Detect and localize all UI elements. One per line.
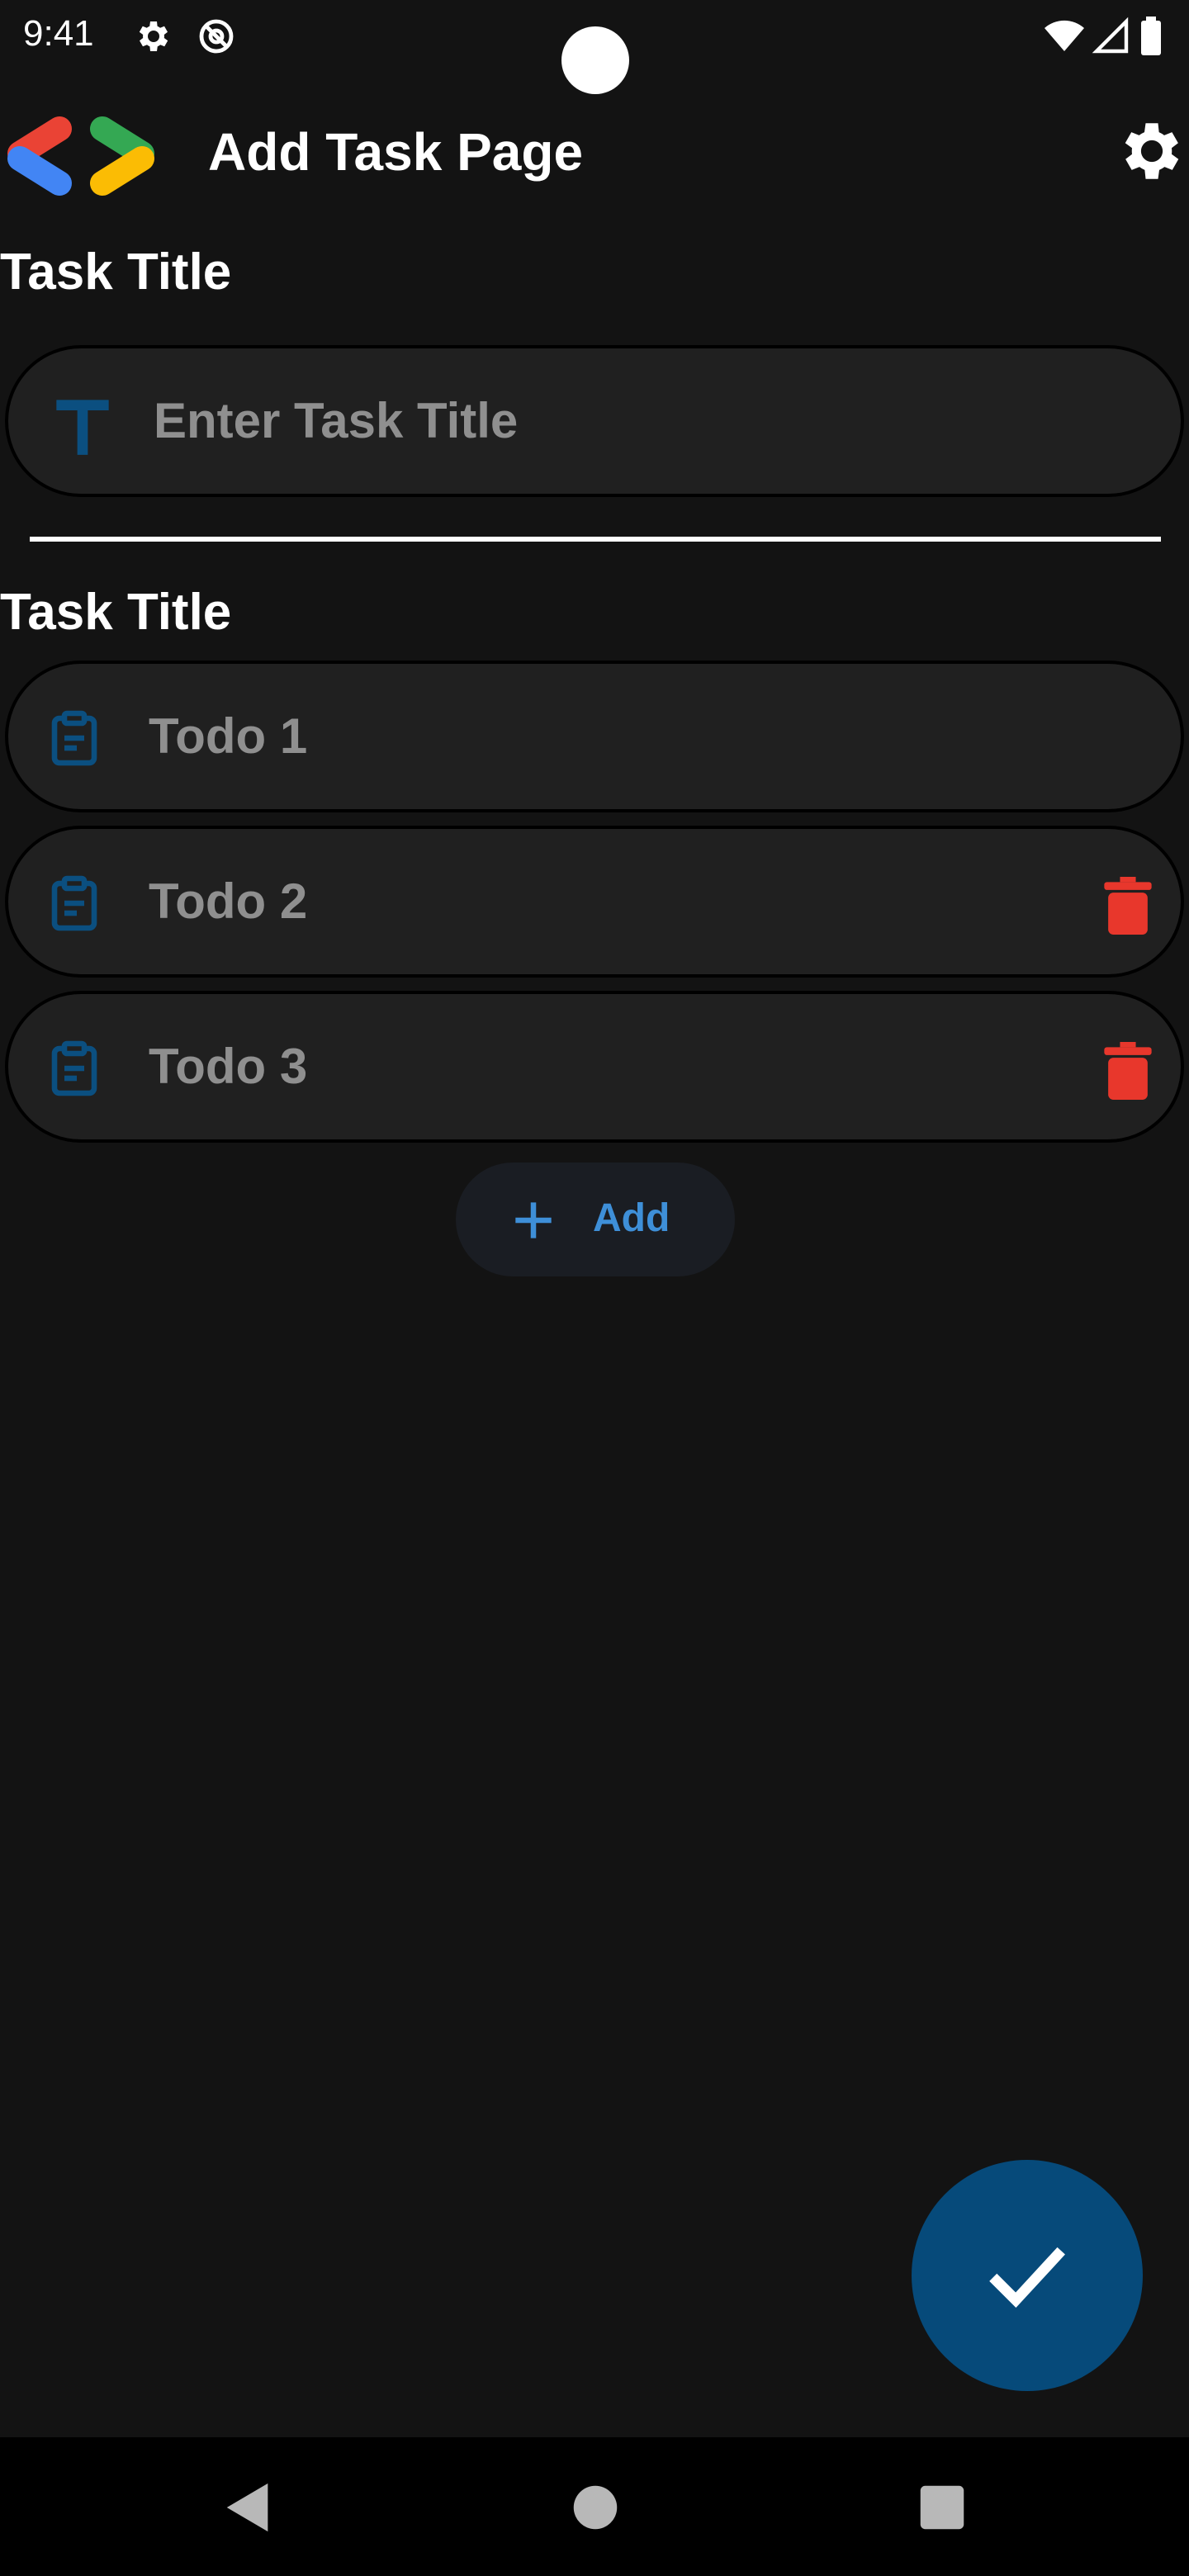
recents-icon[interactable]	[913, 2479, 971, 2536]
signal-icon	[1092, 17, 1129, 54]
trash-icon[interactable]	[1103, 1042, 1153, 1100]
camera-cutout	[561, 26, 629, 94]
check-icon	[989, 2247, 1065, 2308]
page-title: Add Task Page	[208, 122, 584, 182]
wifi-icon	[1045, 20, 1084, 51]
at-sign-icon	[199, 19, 234, 54]
todo-section-label: Task Title	[0, 584, 232, 641]
clipboard-icon	[51, 875, 97, 931]
text-t-icon	[56, 400, 109, 455]
battery-icon	[1141, 17, 1161, 55]
save-fab[interactable]	[912, 2160, 1143, 2391]
task-title-field[interactable]	[5, 345, 1184, 497]
add-button-label: Add	[593, 1196, 670, 1240]
todo-item-2[interactable]: Todo 2	[5, 826, 1184, 978]
back-icon[interactable]	[220, 2479, 277, 2536]
gear-icon	[139, 21, 168, 51]
dev-logo-icon	[7, 116, 154, 196]
screen: 9:41 Add Task Page Task Title Enter Task…	[0, 0, 1189, 2576]
clipboard-icon	[51, 710, 97, 766]
todo-item-3[interactable]: Todo 3	[5, 991, 1184, 1143]
add-todo-button[interactable]: Add	[456, 1163, 735, 1276]
todo-item-label: Todo 2	[149, 874, 308, 929]
app-bar: Add Task Page	[0, 102, 1189, 201]
task-title-label: Task Title	[0, 244, 232, 301]
todo-item-1[interactable]: Todo 1	[5, 661, 1184, 812]
settings-gear-icon[interactable]	[1115, 114, 1189, 188]
task-title-input[interactable]	[154, 388, 1062, 454]
status-time: 9:41	[23, 13, 94, 54]
home-icon[interactable]	[566, 2479, 624, 2536]
clipboard-icon	[51, 1040, 97, 1096]
todo-item-label: Todo 1	[149, 708, 308, 764]
plus-icon	[515, 1202, 552, 1238]
todo-item-label: Todo 3	[149, 1039, 308, 1094]
divider	[30, 537, 1161, 542]
system-nav-bar	[0, 2437, 1189, 2576]
trash-icon[interactable]	[1103, 877, 1153, 935]
